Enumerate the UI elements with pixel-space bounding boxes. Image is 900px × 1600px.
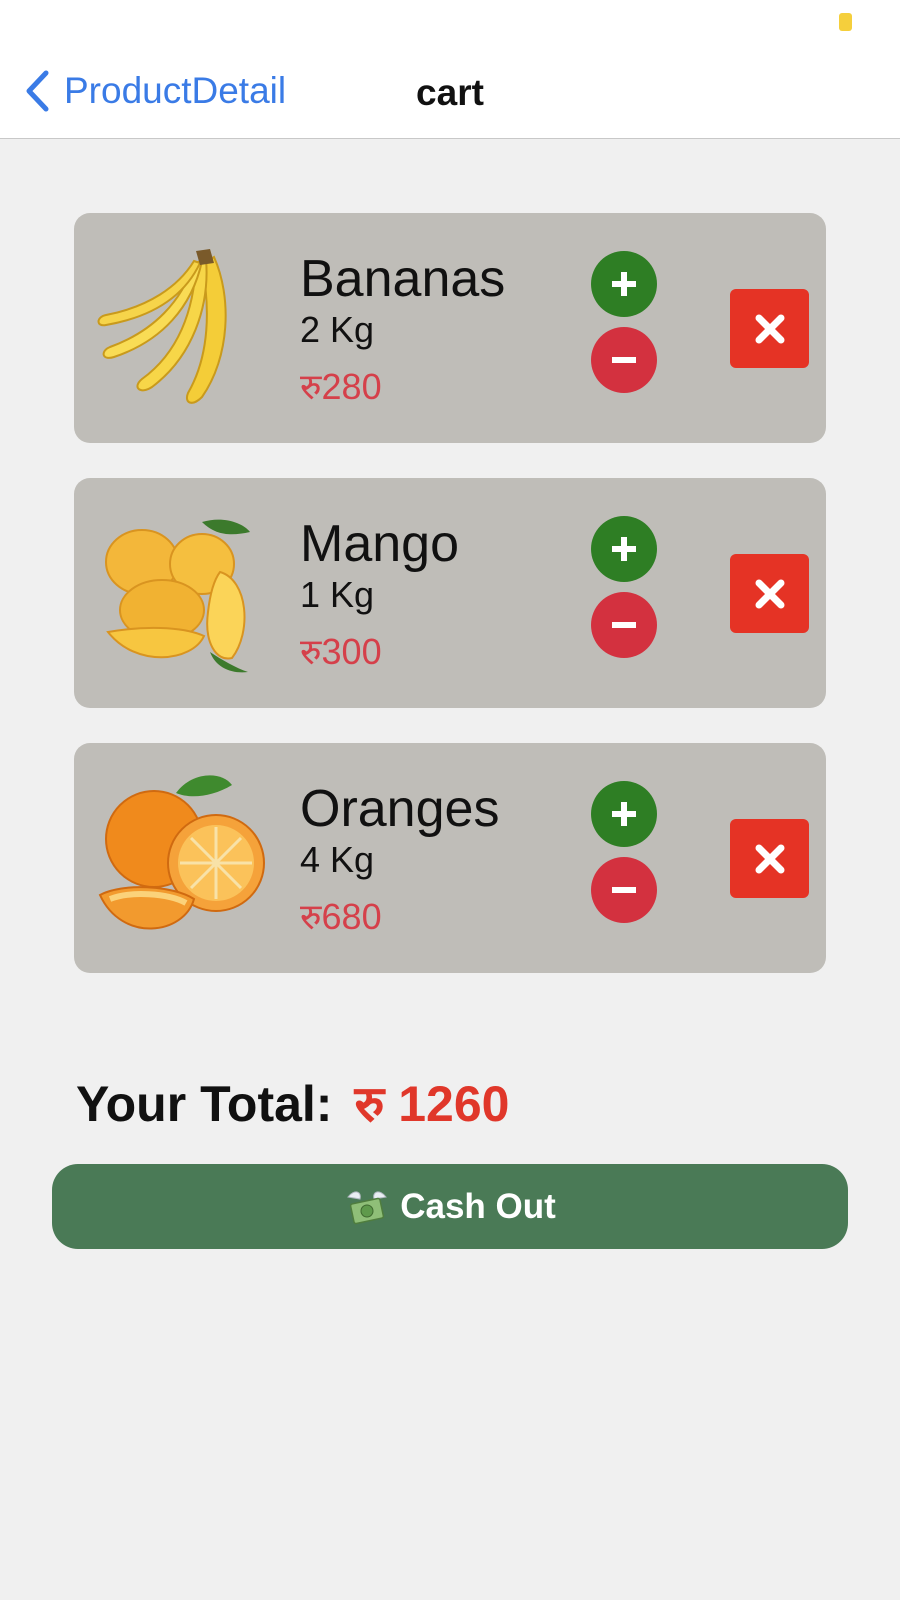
remove-item-button[interactable] bbox=[730, 819, 809, 898]
item-quantity: 1 Kg bbox=[300, 574, 375, 615]
close-icon bbox=[755, 314, 784, 343]
total-label: Your Total: bbox=[76, 1076, 333, 1132]
decrease-quantity-button[interactable] bbox=[591, 592, 657, 658]
increase-quantity-button[interactable] bbox=[591, 516, 657, 582]
remove-item-button[interactable] bbox=[730, 554, 809, 633]
item-name: Bananas bbox=[300, 250, 506, 308]
increase-quantity-button[interactable] bbox=[591, 781, 657, 847]
item-price: रु300 bbox=[300, 631, 382, 672]
close-icon bbox=[755, 844, 784, 873]
plus-icon bbox=[612, 272, 636, 296]
item-price: रु280 bbox=[300, 366, 382, 407]
page-title: cart bbox=[416, 72, 484, 113]
item-quantity: 2 Kg bbox=[300, 309, 375, 350]
close-icon bbox=[755, 579, 784, 608]
cash-out-button[interactable]: Cash Out bbox=[52, 1164, 848, 1249]
increase-quantity-button[interactable] bbox=[591, 251, 657, 317]
plus-icon bbox=[612, 802, 636, 826]
status-bar bbox=[0, 0, 900, 44]
navigation-bar: ProductDetail cart bbox=[0, 44, 900, 139]
oranges-image bbox=[98, 775, 265, 930]
item-quantity: 4 Kg bbox=[300, 839, 375, 880]
item-price: रु680 bbox=[300, 896, 382, 937]
mango-image bbox=[105, 519, 250, 673]
cash-out-label: Cash Out bbox=[400, 1186, 556, 1226]
minus-icon bbox=[612, 357, 636, 363]
total-summary: Your Total: रु 1260 bbox=[76, 1068, 509, 1136]
total-value: रु 1260 bbox=[354, 1076, 510, 1132]
minus-icon bbox=[612, 622, 636, 628]
item-name: Oranges bbox=[300, 780, 500, 838]
cart-item: Bananas 2 Kg रु280 bbox=[74, 213, 826, 443]
money-with-wings-icon bbox=[347, 1191, 388, 1224]
item-name: Mango bbox=[300, 515, 459, 573]
decrease-quantity-button[interactable] bbox=[591, 327, 657, 393]
minus-icon bbox=[612, 887, 636, 893]
cart-item: Oranges 4 Kg रु680 bbox=[74, 743, 826, 973]
decrease-quantity-button[interactable] bbox=[591, 857, 657, 923]
battery-indicator-icon bbox=[839, 13, 852, 31]
cart-item: Mango 1 Kg रु300 bbox=[74, 478, 826, 708]
bananas-image bbox=[97, 249, 227, 404]
remove-item-button[interactable] bbox=[730, 289, 809, 368]
plus-icon bbox=[612, 537, 636, 561]
